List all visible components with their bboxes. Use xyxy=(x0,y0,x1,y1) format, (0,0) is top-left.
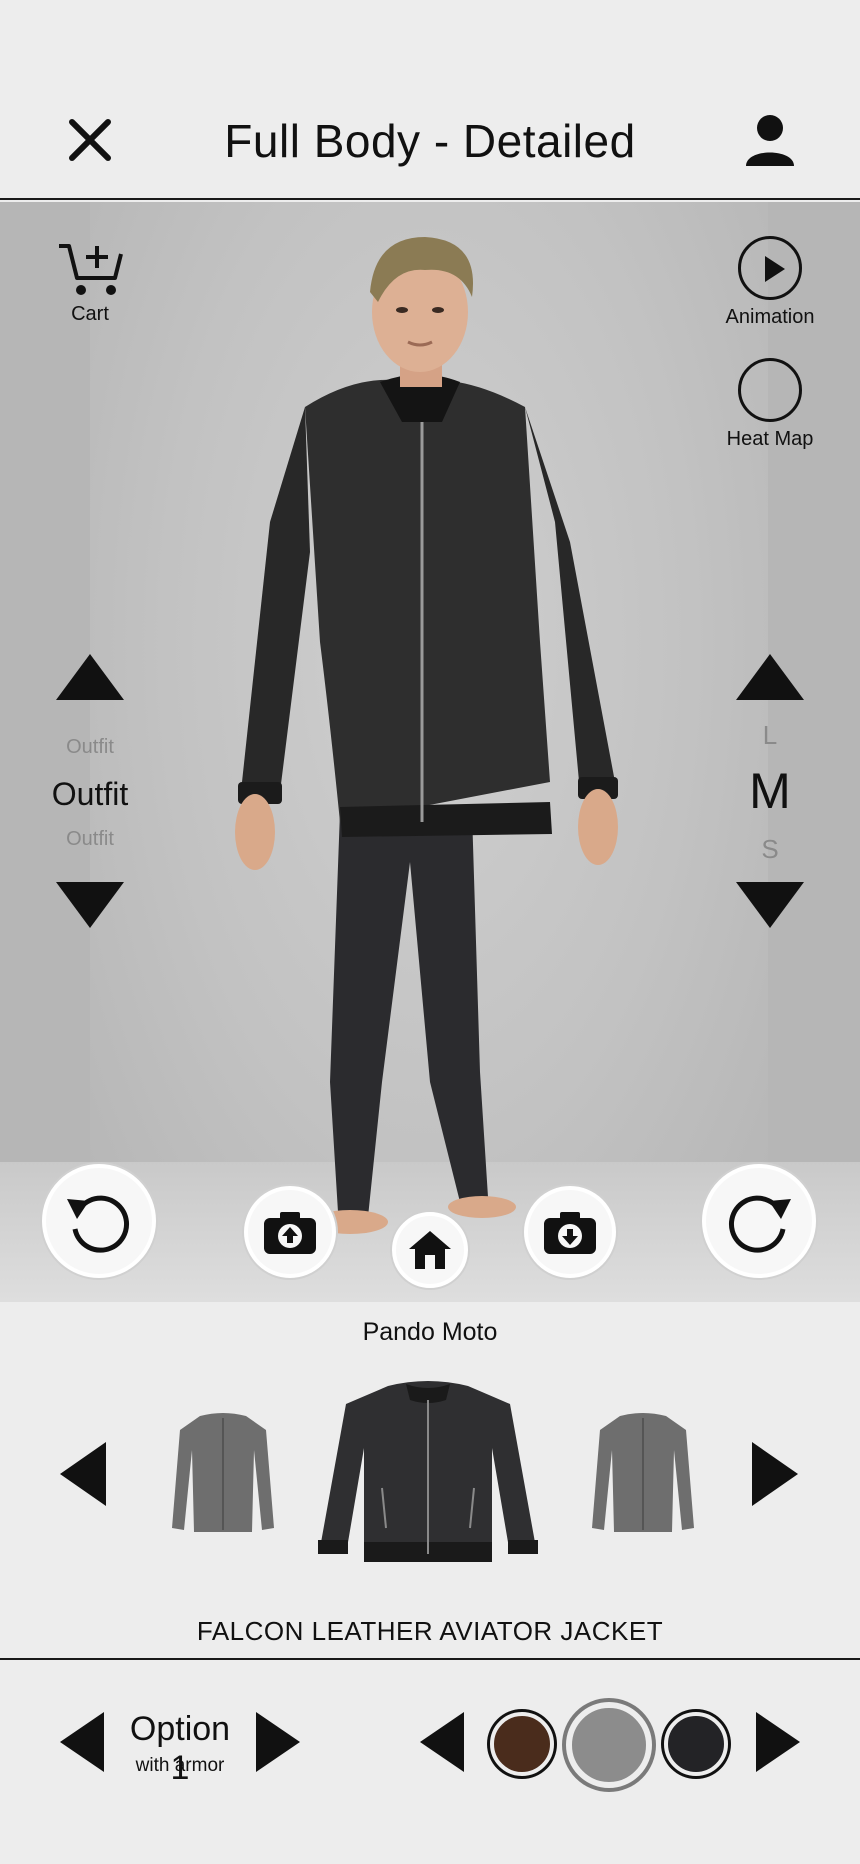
outfit-current-label: Outfit xyxy=(51,776,129,812)
outfit-down-button[interactable] xyxy=(56,882,124,928)
color-swatch-grey-selected[interactable] xyxy=(566,1702,652,1788)
cart-label: Cart xyxy=(71,303,109,325)
heatmap-toggle-icon xyxy=(738,358,802,422)
download-photo-button[interactable] xyxy=(524,1186,616,1278)
outfit-prev-label: Outfit xyxy=(66,736,114,758)
color-next-button[interactable] xyxy=(756,1712,800,1772)
brand-name: Pando Moto xyxy=(362,1318,498,1346)
color-prev-button[interactable] xyxy=(420,1712,464,1772)
option-next-button[interactable] xyxy=(256,1712,300,1772)
color-swatch-brown[interactable] xyxy=(490,1712,554,1776)
header-bar: Full Body - Detailed xyxy=(0,0,860,200)
product-thumb-next[interactable] xyxy=(590,1410,696,1540)
animation-label: Animation xyxy=(725,306,815,328)
heatmap-label: Heat Map xyxy=(726,428,814,450)
animation-button[interactable]: Animation xyxy=(720,236,820,336)
rotate-right-icon xyxy=(728,1195,791,1253)
play-icon xyxy=(738,236,802,300)
outfit-up-button[interactable] xyxy=(56,654,124,700)
product-next-button[interactable] xyxy=(752,1442,798,1506)
rotate-left-button[interactable] xyxy=(42,1164,156,1278)
size-up-button[interactable] xyxy=(736,654,804,700)
size-down-button[interactable] xyxy=(736,882,804,928)
avatar-figure xyxy=(235,237,618,1234)
home-icon xyxy=(409,1231,451,1269)
camera-upload-icon xyxy=(264,1212,316,1254)
size-current-label: M xyxy=(749,763,791,819)
upload-photo-button[interactable] xyxy=(244,1186,336,1278)
product-thumb-prev[interactable] xyxy=(170,1410,276,1540)
page-title: Full Body - Detailed xyxy=(224,115,636,167)
option-prev-button[interactable] xyxy=(60,1712,104,1772)
product-image-current[interactable] xyxy=(310,1378,546,1574)
home-button[interactable] xyxy=(392,1212,468,1288)
add-to-cart-icon xyxy=(59,244,123,295)
cart-button[interactable]: Cart xyxy=(50,240,130,330)
outfit-next-label: Outfit xyxy=(66,828,114,850)
product-prev-button[interactable] xyxy=(60,1442,106,1506)
avatar-viewer[interactable]: Cart Animation Heat Map Outfit Outfit Ou… xyxy=(0,202,860,1302)
profile-button[interactable] xyxy=(742,112,798,168)
product-name: FALCON LEATHER AVIATOR JACKET xyxy=(196,1616,664,1646)
camera-download-icon xyxy=(544,1212,596,1254)
size-above-label: L xyxy=(762,720,778,750)
option-subtitle: with armor xyxy=(135,1755,225,1776)
color-swatch-black[interactable] xyxy=(664,1712,728,1776)
heatmap-button[interactable]: Heat Map xyxy=(720,358,820,458)
user-icon xyxy=(746,115,794,166)
rotate-left-icon xyxy=(67,1195,130,1253)
size-below-label: S xyxy=(761,834,779,864)
rotate-right-button[interactable] xyxy=(702,1164,816,1278)
